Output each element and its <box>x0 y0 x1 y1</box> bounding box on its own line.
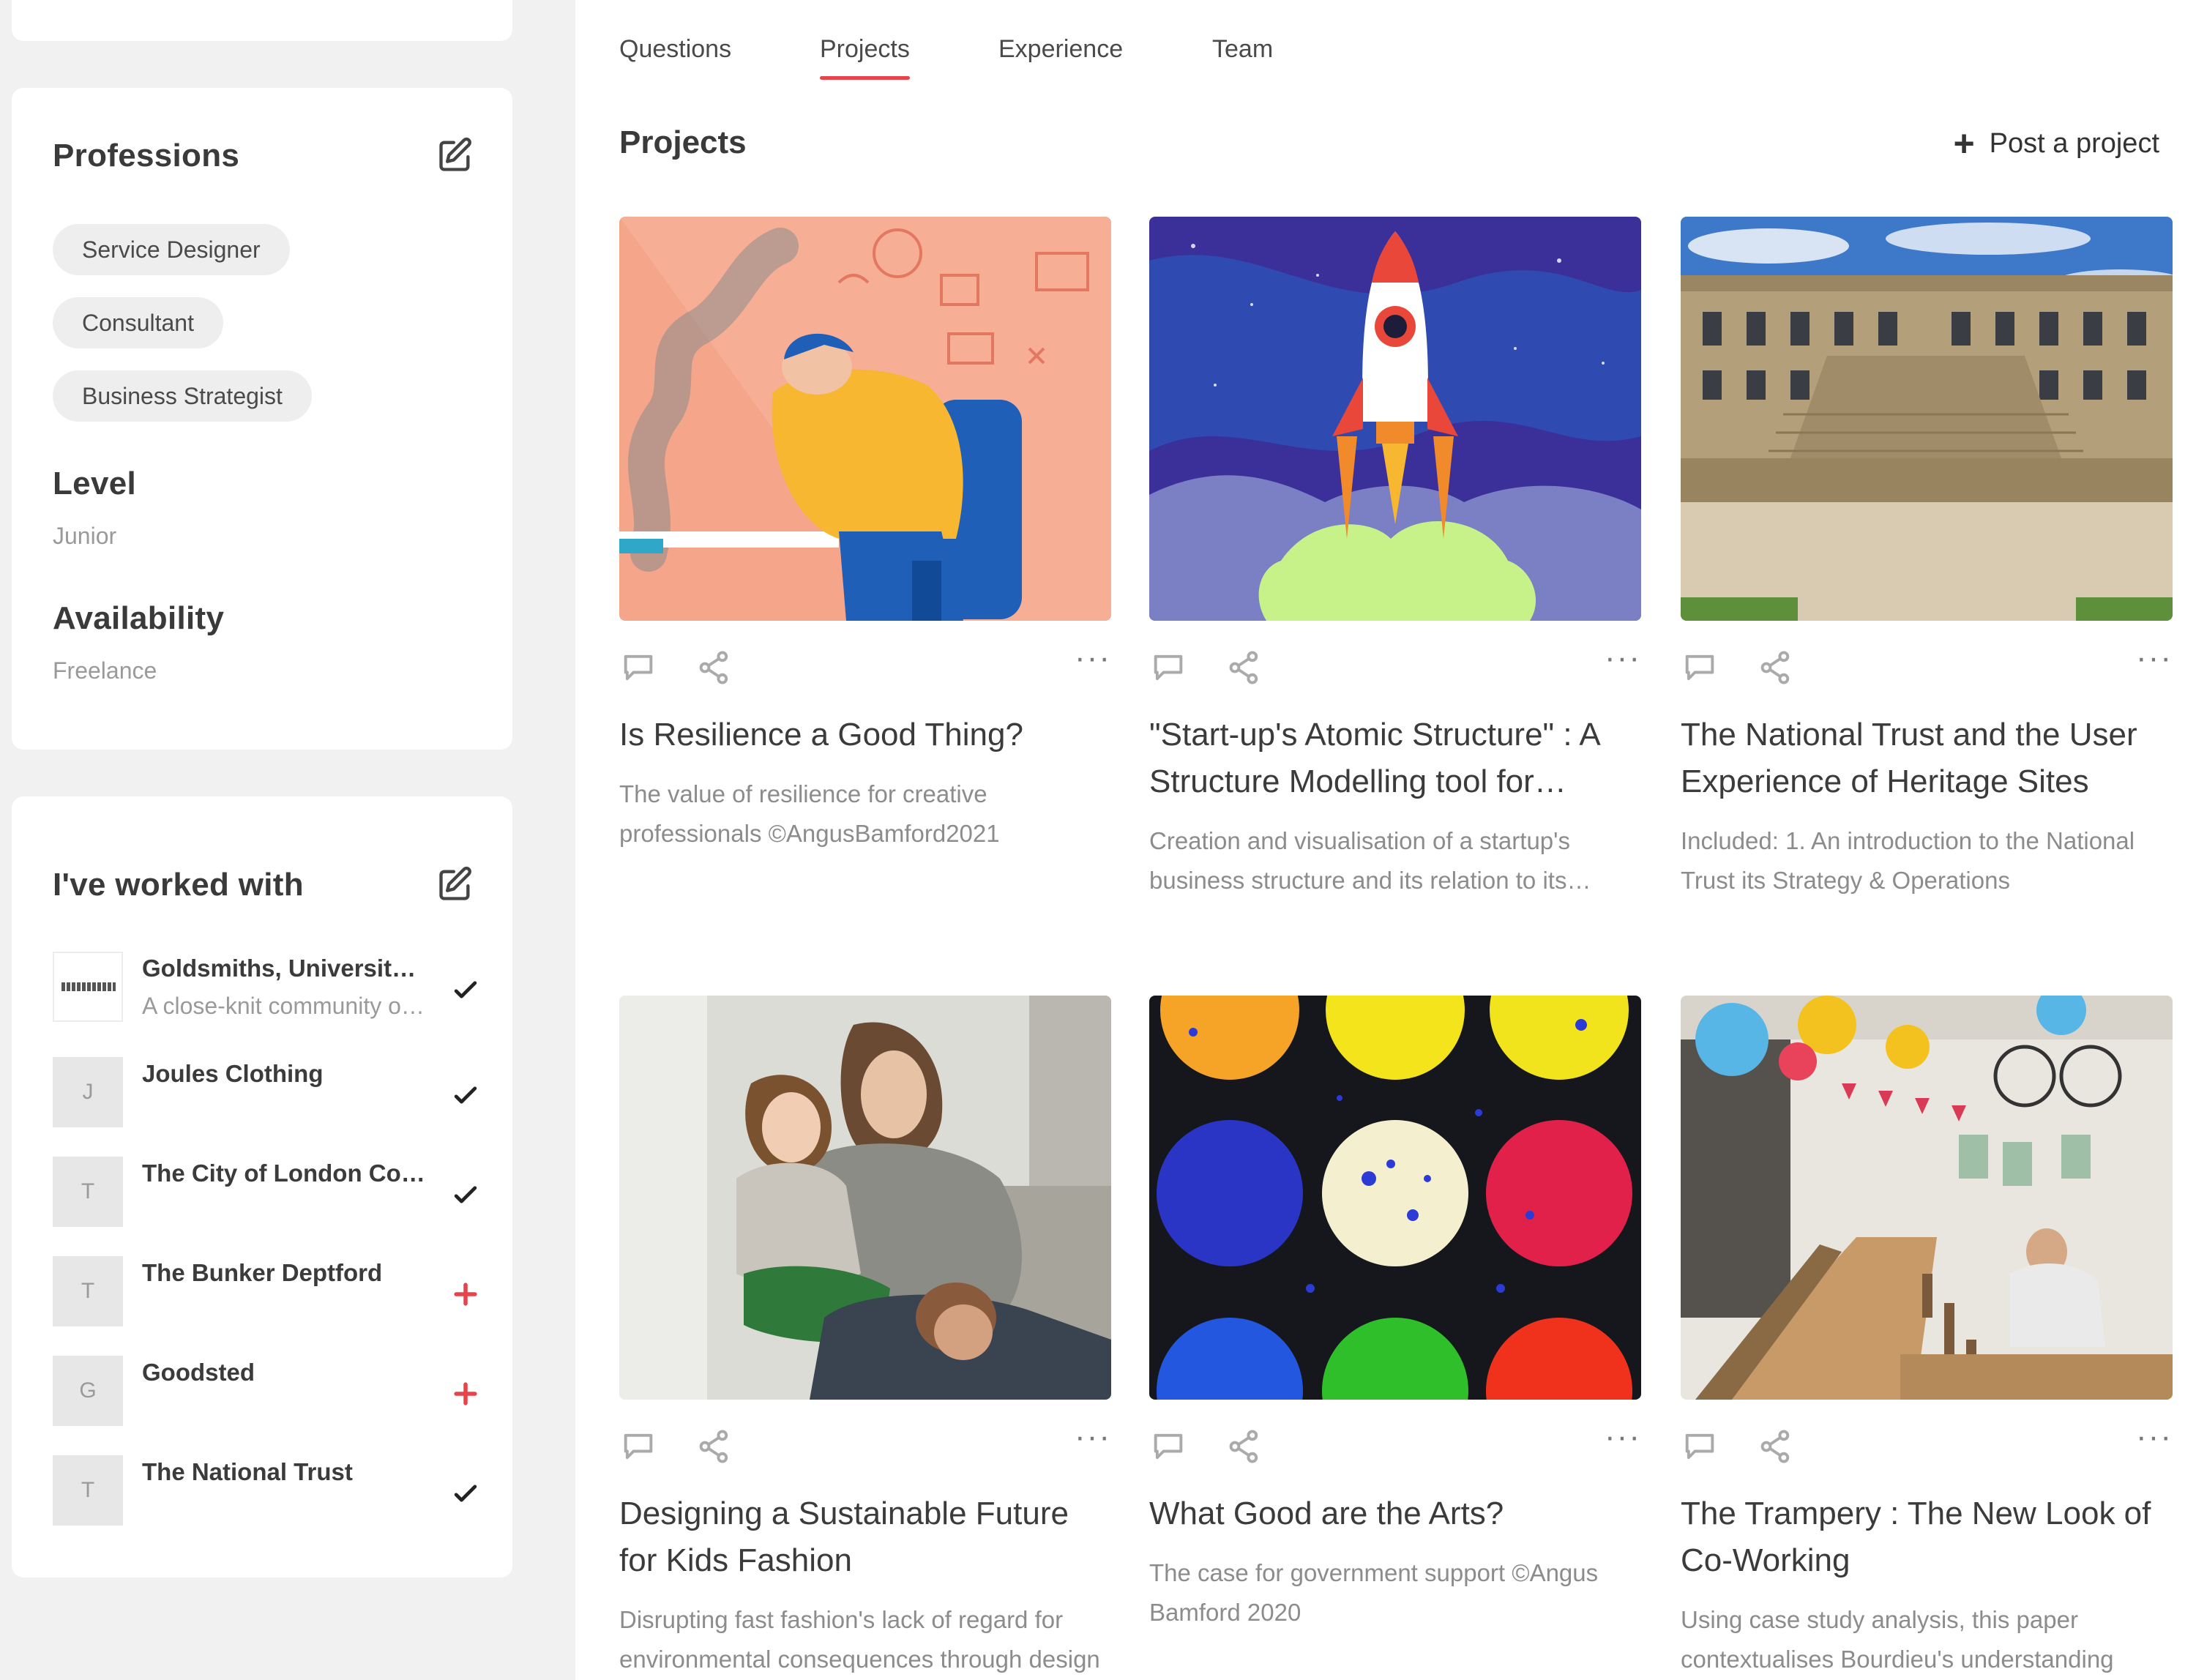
edit-icon[interactable] <box>436 136 474 174</box>
comment-icon[interactable] <box>1149 649 1187 687</box>
project-title[interactable]: What Good are the Arts? <box>1149 1490 1641 1537</box>
level-heading: Level <box>53 466 137 501</box>
partner-name: The City of London Corporation <box>142 1160 427 1187</box>
more-options-icon[interactable]: ··· <box>1075 640 1111 678</box>
level-value: Junior <box>53 523 117 549</box>
availability-value: Freelance <box>53 657 157 684</box>
project-title[interactable]: Designing a Sustainable Future for Kids … <box>619 1490 1111 1584</box>
partner-name: Goodsted <box>142 1359 255 1386</box>
project-card[interactable]: ··· The National Trust and the User Expe… <box>1681 217 2173 900</box>
tab-team[interactable]: Team <box>1212 35 1273 64</box>
partner-item-national-trust[interactable]: T The National Trust <box>53 1455 485 1536</box>
sidebar-top-card <box>12 0 512 41</box>
project-title[interactable]: Is Resilience a Good Thing? <box>619 712 1111 758</box>
more-options-icon[interactable]: ··· <box>1075 1419 1111 1457</box>
partner-name: The Bunker Deptford <box>142 1259 383 1286</box>
project-card[interactable]: ··· "Start-up's Atomic Structure" : A St… <box>1149 217 1641 900</box>
worked-with-card: I've worked with Goldsmiths, University … <box>12 796 512 1578</box>
profession-chip[interactable]: Business Strategist <box>53 370 312 422</box>
comment-icon[interactable] <box>1681 649 1719 687</box>
post-project-button[interactable]: + Post a project <box>1953 123 2159 164</box>
partner-item-goldsmiths[interactable]: Goldsmiths, University of London A close… <box>53 952 485 1032</box>
project-card[interactable]: ··· Is Resilience a Good Thing? The valu… <box>619 217 1111 854</box>
project-description: Disrupting fast fashion's lack of regard… <box>619 1606 1100 1673</box>
share-icon[interactable] <box>1225 649 1263 687</box>
availability-heading: Availability <box>53 600 225 636</box>
project-card[interactable]: ··· What Good are the Arts? The case for… <box>1149 996 1641 1632</box>
share-icon[interactable] <box>695 649 733 687</box>
check-icon[interactable] <box>449 974 482 1006</box>
check-icon[interactable] <box>449 1079 482 1111</box>
project-title[interactable]: The National Trust and the User Experien… <box>1681 712 2173 805</box>
share-icon[interactable] <box>1225 1427 1263 1466</box>
plus-icon[interactable] <box>449 1378 482 1410</box>
professions-heading: Professions <box>53 138 240 173</box>
share-icon[interactable] <box>695 1427 733 1466</box>
stately-home-photo[interactable] <box>1681 217 2173 621</box>
project-description: The value of resilience for creative pro… <box>619 780 1000 847</box>
tab-questions[interactable]: Questions <box>619 35 731 64</box>
more-options-icon[interactable]: ··· <box>1605 640 1641 678</box>
project-card[interactable]: ··· Designing a Sustainable Future for K… <box>619 996 1111 1679</box>
plus-icon: + <box>1953 123 1975 164</box>
project-description: Creation and visualisation of a startup'… <box>1149 827 1570 894</box>
profile-details-card: Professions Service Designer Consultant … <box>12 88 512 750</box>
goldsmiths-logo <box>53 952 123 1022</box>
profession-chip[interactable]: Consultant <box>53 297 223 348</box>
plus-icon[interactable] <box>449 1278 482 1310</box>
project-title[interactable]: "Start-up's Atomic Structure" : A Struct… <box>1149 712 1641 805</box>
partner-name: The National Trust <box>142 1458 353 1485</box>
worked-with-heading: I've worked with <box>53 867 304 903</box>
partner-item-goodsted[interactable]: G Goodsted <box>53 1356 485 1436</box>
partner-logo-placeholder: T <box>53 1256 123 1326</box>
check-icon[interactable] <box>449 1477 482 1509</box>
share-icon[interactable] <box>1757 1427 1795 1466</box>
comment-icon[interactable] <box>1681 1427 1719 1466</box>
partner-logo-placeholder: G <box>53 1356 123 1426</box>
partner-item-bunker-deptford[interactable]: T The Bunker Deptford <box>53 1256 485 1337</box>
tab-projects[interactable]: Projects <box>820 35 910 80</box>
profession-chip[interactable]: Service Designer <box>53 224 290 275</box>
project-card[interactable]: ··· The Trampery : The New Look of Co-Wo… <box>1681 996 2173 1679</box>
partner-item-city-of-london[interactable]: T The City of London Corporation <box>53 1157 485 1237</box>
project-description: Included: 1. An introduction to the Nati… <box>1681 827 2135 894</box>
partner-logo-placeholder: T <box>53 1455 123 1526</box>
project-description: Using case study analysis, this paper co… <box>1681 1606 2114 1673</box>
more-options-icon[interactable]: ··· <box>2136 1419 2173 1457</box>
burnout-illustration[interactable] <box>619 217 1111 621</box>
partner-name: Goldsmiths, University of London <box>142 955 427 982</box>
paint-palette-photo[interactable] <box>1149 996 1641 1400</box>
project-title[interactable]: The Trampery : The New Look of Co-Workin… <box>1681 1490 2173 1584</box>
partner-description: A close-knit community of ... <box>142 993 427 1019</box>
partner-name: Joules Clothing <box>142 1060 324 1087</box>
partner-item-joules[interactable]: J Joules Clothing <box>53 1057 485 1138</box>
partner-logo-placeholder: J <box>53 1057 123 1127</box>
partner-logo-placeholder: T <box>53 1157 123 1227</box>
edit-icon[interactable] <box>436 865 474 903</box>
post-project-label: Post a project <box>1989 127 2159 159</box>
project-description: The case for government support ©Angus B… <box>1149 1559 1599 1626</box>
comment-icon[interactable] <box>1149 1427 1187 1466</box>
rocket-illustration[interactable] <box>1149 217 1641 621</box>
comment-icon[interactable] <box>619 649 657 687</box>
section-title: Projects <box>619 124 747 160</box>
comment-icon[interactable] <box>619 1427 657 1466</box>
family-photo[interactable] <box>619 996 1111 1400</box>
tab-experience[interactable]: Experience <box>998 35 1123 64</box>
more-options-icon[interactable]: ··· <box>2136 640 2173 678</box>
coworking-space-photo[interactable] <box>1681 996 2173 1400</box>
check-icon[interactable] <box>449 1179 482 1211</box>
share-icon[interactable] <box>1757 649 1795 687</box>
more-options-icon[interactable]: ··· <box>1605 1419 1641 1457</box>
